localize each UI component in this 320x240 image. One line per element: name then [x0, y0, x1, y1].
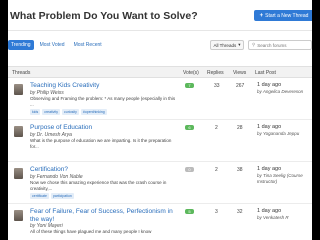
col-votes[interactable]: Vote(s) [183, 70, 199, 76]
avatar[interactable] [14, 126, 23, 137]
reply-count: 2 [215, 167, 218, 173]
tag[interactable]: #openthinking [80, 109, 107, 115]
reply-count: 33 [214, 83, 220, 89]
tag[interactable]: curiosity [62, 109, 79, 115]
col-views[interactable]: Views [233, 70, 246, 76]
tag[interactable]: creativity [42, 109, 61, 115]
thread-title-link[interactable]: Teaching Kids Creativity [30, 82, 180, 90]
thread-title-link[interactable]: Fear of Failure, Fear of Success, Perfec… [30, 208, 180, 223]
tag[interactable]: certificate [30, 193, 49, 199]
tab-most-recent[interactable]: Most Recent [71, 40, 105, 50]
thread-excerpt: What is the purpose of education we are … [30, 138, 172, 149]
thread-excerpt: Observing and Framing the problem: * As … [30, 96, 176, 107]
threads-table: Threads Vote(s) Replies Views Last Post … [8, 66, 312, 240]
last-post-time: 1 day ago [257, 124, 282, 130]
start-new-thread-label: Start a New Thread [265, 12, 309, 19]
last-post-author[interactable]: by Yogananda Jeppu [257, 131, 309, 137]
last-post-author[interactable]: by Angelica Devereson [257, 89, 309, 95]
col-replies[interactable]: Replies [207, 70, 224, 76]
tag[interactable]: kids [30, 109, 41, 115]
view-count: 32 [237, 209, 243, 215]
page-title: What Problem Do You Want to Solve? [10, 10, 198, 22]
vote-count-badge: 7 [185, 83, 194, 88]
vote-count-badge: 5 [185, 209, 194, 214]
avatar[interactable] [14, 84, 23, 95]
search-box[interactable]: ⚲ [248, 40, 312, 50]
thread-excerpt: All of these things have plagued me and … [30, 229, 152, 234]
thread-excerpt: Now we chose this amazing experience tha… [30, 180, 167, 191]
view-count: 38 [237, 167, 243, 173]
table-row[interactable]: Purpose of Education by Dr. Umesh Arya W… [8, 120, 312, 162]
start-new-thread-button[interactable]: + Start a New Thread [254, 10, 312, 21]
table-row[interactable]: Teaching Kids Creativity by Philip Weiss… [8, 78, 312, 120]
chevron-down-icon: ▾ [238, 42, 241, 47]
avatar[interactable] [14, 210, 23, 221]
vote-count-badge: 6 [185, 125, 194, 130]
last-post-author[interactable]: by Venkatesh R [257, 215, 309, 221]
reply-count: 3 [215, 209, 218, 215]
tag[interactable]: participation [50, 193, 74, 199]
thread-filter-dropdown[interactable]: All Threads ▾ [210, 40, 244, 50]
col-last-post[interactable]: Last Post [255, 70, 276, 76]
search-input[interactable] [257, 42, 308, 48]
thread-title-link[interactable]: Certification? [30, 166, 180, 174]
last-post-time: 1 day ago [257, 166, 282, 172]
thread-filter-label: All Threads [213, 42, 237, 48]
thread-title-link[interactable]: Purpose of Education [30, 124, 180, 132]
search-icon: ⚲ [252, 42, 256, 47]
last-post-author[interactable]: by Tina Seelig (Course Instructor) [257, 173, 309, 184]
last-post-time: 1 day ago [257, 82, 282, 88]
view-count: 28 [237, 125, 243, 131]
table-row[interactable]: Fear of Failure, Fear of Success, Perfec… [8, 204, 312, 240]
last-post-time: 1 day ago [257, 208, 282, 214]
forum-page: What Problem Do You Want to Solve? + Sta… [8, 0, 312, 240]
header-divider [8, 30, 312, 31]
table-row[interactable]: Certification? by Fernando Von Nable Now… [8, 162, 312, 204]
plus-icon: + [259, 12, 264, 19]
col-threads[interactable]: Threads [12, 70, 30, 76]
thread-tags: kids creativity curiosity #openthinking [30, 109, 107, 115]
tab-trending[interactable]: Trending [8, 40, 34, 50]
thread-tags: certificate participation [30, 193, 74, 199]
tab-most-voted[interactable]: Most Voted [37, 40, 68, 50]
vote-count-badge: 0 [185, 167, 194, 172]
table-header: Threads Vote(s) Replies Views Last Post [8, 66, 312, 78]
view-count: 267 [236, 83, 245, 89]
sort-tabs: Trending Most Voted Most Recent [8, 40, 105, 50]
reply-count: 2 [215, 125, 218, 131]
avatar[interactable] [14, 168, 23, 179]
